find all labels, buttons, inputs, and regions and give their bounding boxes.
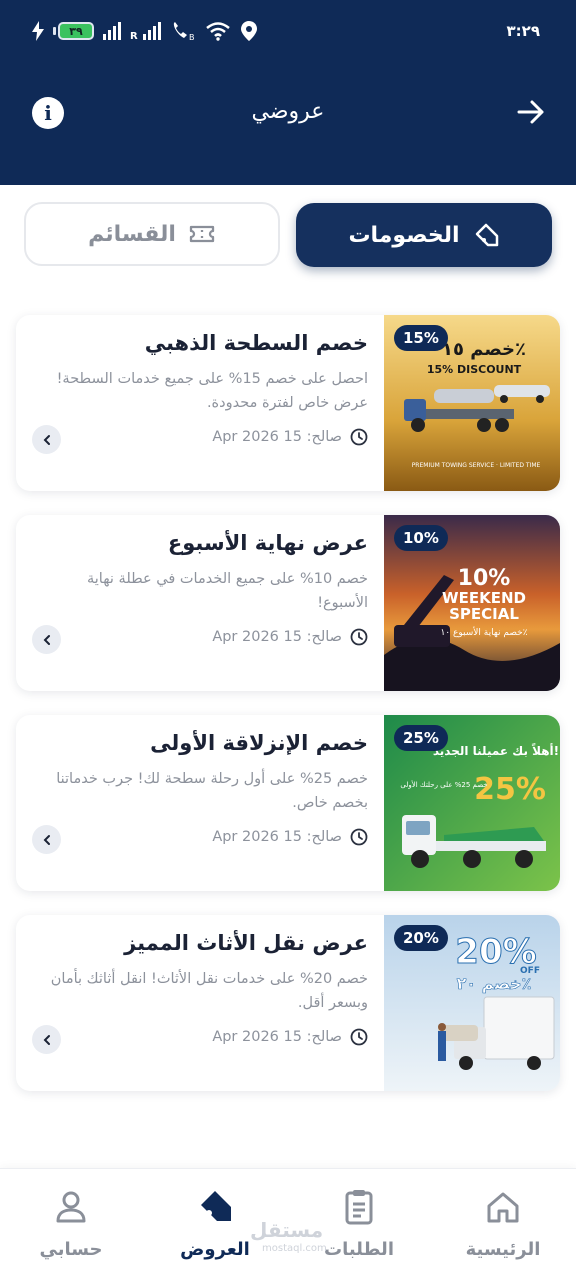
back-arrow-icon[interactable] bbox=[516, 97, 546, 127]
image-percent: 25% bbox=[474, 772, 546, 807]
offer-title: عرض نهاية الأسبوع bbox=[167, 531, 368, 555]
clock-icon bbox=[350, 428, 368, 446]
offer-validity: صالح: 15 Apr 2026 bbox=[212, 428, 368, 446]
offer-card[interactable]: 10% WEEKEND SPECIAL خصم نهاية الأسبوع ١٠… bbox=[16, 515, 560, 691]
offer-validity: صالح: 15 Apr 2026 bbox=[212, 628, 368, 646]
tab-vouchers-label: القسائم bbox=[88, 221, 176, 247]
watermark-url: mostaql.com bbox=[262, 1243, 327, 1254]
offer-details-button[interactable] bbox=[32, 825, 61, 854]
status-bar: ٣٩ R B ٣:٢٩ bbox=[0, 0, 576, 70]
offer-card[interactable]: أهلاً بك عميلنا الجديد! 25% خصم 25% على … bbox=[16, 715, 560, 891]
chevron-left-icon bbox=[43, 1034, 50, 1045]
offer-image: أهلاً بك عميلنا الجديد! 25% خصم 25% على … bbox=[384, 715, 560, 891]
offer-title: عرض نقل الأثاث المميز bbox=[124, 931, 368, 955]
user-icon bbox=[56, 1191, 86, 1223]
image-heading: 10% bbox=[458, 566, 511, 591]
battery-indicator: ٣٩ bbox=[53, 22, 94, 40]
offer-details-button[interactable] bbox=[32, 625, 61, 654]
home-icon bbox=[487, 1192, 519, 1223]
nav-home[interactable]: الرئيسية bbox=[438, 1187, 568, 1260]
chevron-left-icon bbox=[43, 434, 50, 445]
clock-icon bbox=[350, 1028, 368, 1046]
offer-image: 10% WEEKEND SPECIAL خصم نهاية الأسبوع ١٠… bbox=[384, 515, 560, 691]
roaming-icon: R bbox=[130, 31, 138, 42]
offer-date: صالح: 15 Apr 2026 bbox=[212, 829, 342, 845]
offer-image: 20% OFF خصم ٢٠٪ 20% bbox=[384, 915, 560, 1091]
location-icon bbox=[240, 21, 257, 41]
offer-details-button[interactable] bbox=[32, 1025, 61, 1054]
offer-card[interactable]: 20% OFF خصم ٢٠٪ 20% عرض نقل الأثاث الممي… bbox=[16, 915, 560, 1091]
offer-image: خصم ١٥٪ 15% DISCOUNT PREMIUM TOWING SERV… bbox=[384, 315, 560, 491]
app-header: ٣٩ R B ٣:٢٩ i عروضي bbox=[0, 0, 576, 185]
discount-badge: 20% bbox=[394, 925, 448, 951]
image-line-4: خصم نهاية الأسبوع ١٠٪ bbox=[440, 626, 527, 638]
offer-date: صالح: 15 Apr 2026 bbox=[212, 629, 342, 645]
tab-discounts-label: الخصومات bbox=[348, 222, 460, 248]
wifi-call-icon: B bbox=[173, 22, 195, 41]
offer-date: صالح: 15 Apr 2026 bbox=[212, 429, 342, 445]
discount-badge: 25% bbox=[394, 725, 448, 751]
image-subheading: 15% DISCOUNT bbox=[427, 363, 522, 376]
nav-account-label: حسابي bbox=[39, 1239, 103, 1260]
chevron-left-icon bbox=[43, 834, 50, 845]
chevron-left-icon bbox=[43, 634, 50, 645]
image-heading: خصم ١٥٪ bbox=[442, 339, 526, 360]
tab-vouchers[interactable]: القسائم bbox=[24, 202, 280, 266]
image-arabic: خصم ٢٠٪ bbox=[457, 974, 532, 993]
status-icons: ٣٩ R B bbox=[32, 20, 258, 42]
nav-offers-label: العروض bbox=[180, 1239, 250, 1260]
signal-icon bbox=[103, 22, 121, 40]
offer-title: خصم الإنزلاقة الأولى bbox=[150, 731, 368, 755]
discount-badge: 15% bbox=[394, 325, 448, 351]
image-heading: أهلاً بك عميلنا الجديد! bbox=[433, 743, 559, 758]
image-line-3: SPECIAL bbox=[449, 605, 519, 623]
image-caption: خصم 25% على رحلتك الأولى bbox=[400, 780, 487, 789]
status-time: ٣:٢٩ bbox=[506, 22, 540, 40]
clock-icon bbox=[350, 628, 368, 646]
offer-validity: صالح: 15 Apr 2026 bbox=[212, 1028, 368, 1046]
offer-validity: صالح: 15 Apr 2026 bbox=[212, 828, 368, 846]
offer-details-button[interactable] bbox=[32, 425, 61, 454]
watermark: مستقل bbox=[250, 1218, 324, 1242]
battery-level: ٣٩ bbox=[58, 22, 94, 40]
offer-card[interactable]: خصم ١٥٪ 15% DISCOUNT PREMIUM TOWING SERV… bbox=[16, 315, 560, 491]
offer-description: احصل على خصم 15% على جميع خدمات السطحة! … bbox=[56, 371, 368, 411]
offer-description: خصم 20% على خدمات نقل الأثاث! انقل أثاثك… bbox=[50, 971, 368, 1011]
offer-description: خصم 10% على جميع الخدمات في عطلة نهاية ا… bbox=[87, 571, 368, 611]
tab-discounts[interactable]: الخصومات bbox=[296, 203, 552, 267]
tag-icon bbox=[475, 223, 498, 247]
offer-description: خصم 25% على أول رحلة سطحة لك! جرب خدماتن… bbox=[56, 771, 368, 811]
image-footer: PREMIUM TOWING SERVICE · LIMITED TIME bbox=[412, 462, 541, 469]
svg-text:B: B bbox=[189, 33, 195, 41]
offer-date: صالح: 15 Apr 2026 bbox=[212, 1029, 342, 1045]
signal-icon-2 bbox=[142, 22, 161, 40]
charging-icon bbox=[32, 21, 44, 41]
page-title: عروضي bbox=[251, 99, 325, 124]
clipboard-icon bbox=[345, 1190, 373, 1225]
nav-home-label: الرئيسية bbox=[465, 1239, 541, 1260]
nav-account[interactable]: حسابي bbox=[6, 1187, 136, 1260]
wifi-icon bbox=[205, 22, 230, 41]
ticket-icon bbox=[189, 225, 215, 243]
discount-badge: 10% bbox=[394, 525, 448, 551]
offer-title: خصم السطحة الذهبي bbox=[144, 331, 368, 355]
clock-icon bbox=[350, 828, 368, 846]
tag-icon bbox=[201, 1191, 231, 1221]
